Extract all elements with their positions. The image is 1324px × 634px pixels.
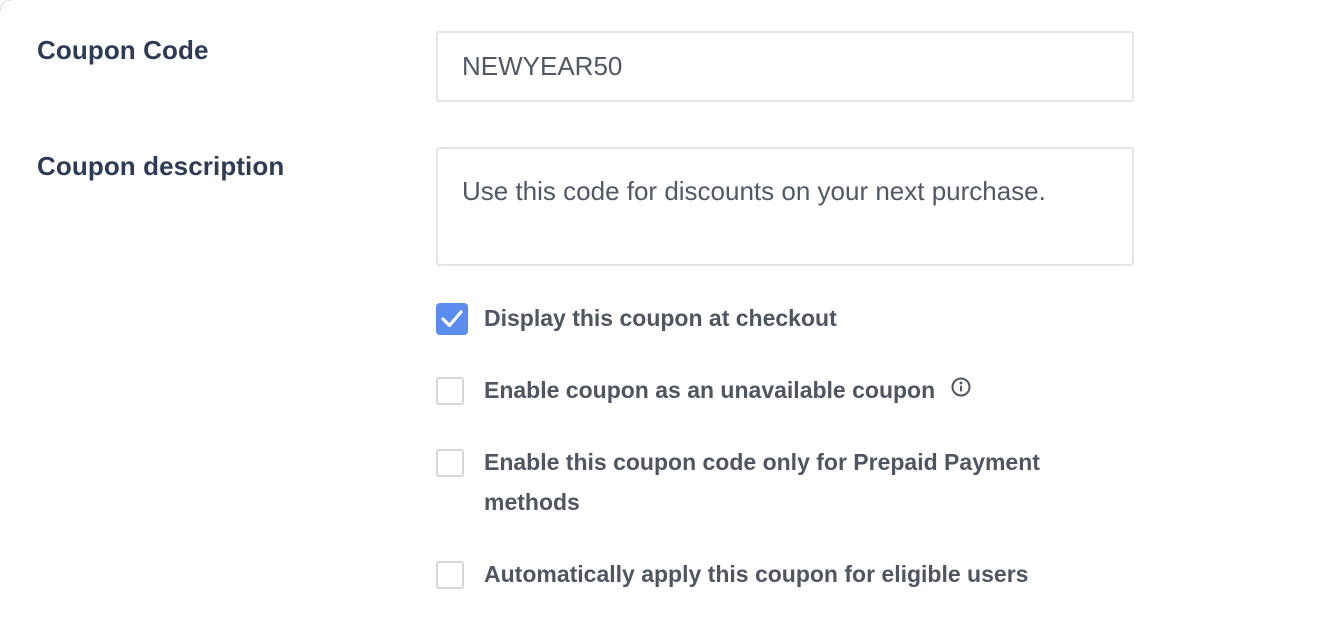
coupon-description-textarea[interactable]: Use this code for discounts on your next… xyxy=(436,147,1134,266)
unavailable-coupon-label: Enable coupon as an unavailable coupon xyxy=(484,377,936,403)
coupon-description-label: Coupon description xyxy=(37,151,285,181)
unavailable-coupon-option: Enable coupon as an unavailable coupon xyxy=(436,376,972,410)
auto-apply-checkbox[interactable] xyxy=(436,561,464,589)
auto-apply-option: Automatically apply this coupon for elig… xyxy=(436,560,1028,594)
unavailable-coupon-checkbox[interactable] xyxy=(436,377,464,405)
unavailable-coupon-label-wrap: Enable coupon as an unavailable coupon xyxy=(484,370,972,410)
coupon-code-input[interactable] xyxy=(436,31,1134,102)
display-at-checkout-checkbox[interactable] xyxy=(436,303,468,335)
coupon-code-label: Coupon Code xyxy=(37,35,209,65)
prepaid-only-option: Enable this coupon code only for Prepaid… xyxy=(436,448,1094,522)
checkmark-icon xyxy=(441,310,463,328)
auto-apply-label: Automatically apply this coupon for elig… xyxy=(484,561,1029,587)
prepaid-only-label: Enable this coupon code only for Prepaid… xyxy=(484,449,1040,515)
prepaid-only-checkbox[interactable] xyxy=(436,449,464,477)
info-circle-icon[interactable] xyxy=(950,370,972,410)
display-at-checkout-label: Display this coupon at checkout xyxy=(484,305,837,331)
display-at-checkout-option: Display this coupon at checkout xyxy=(436,303,837,338)
panel-corner xyxy=(0,0,11,11)
